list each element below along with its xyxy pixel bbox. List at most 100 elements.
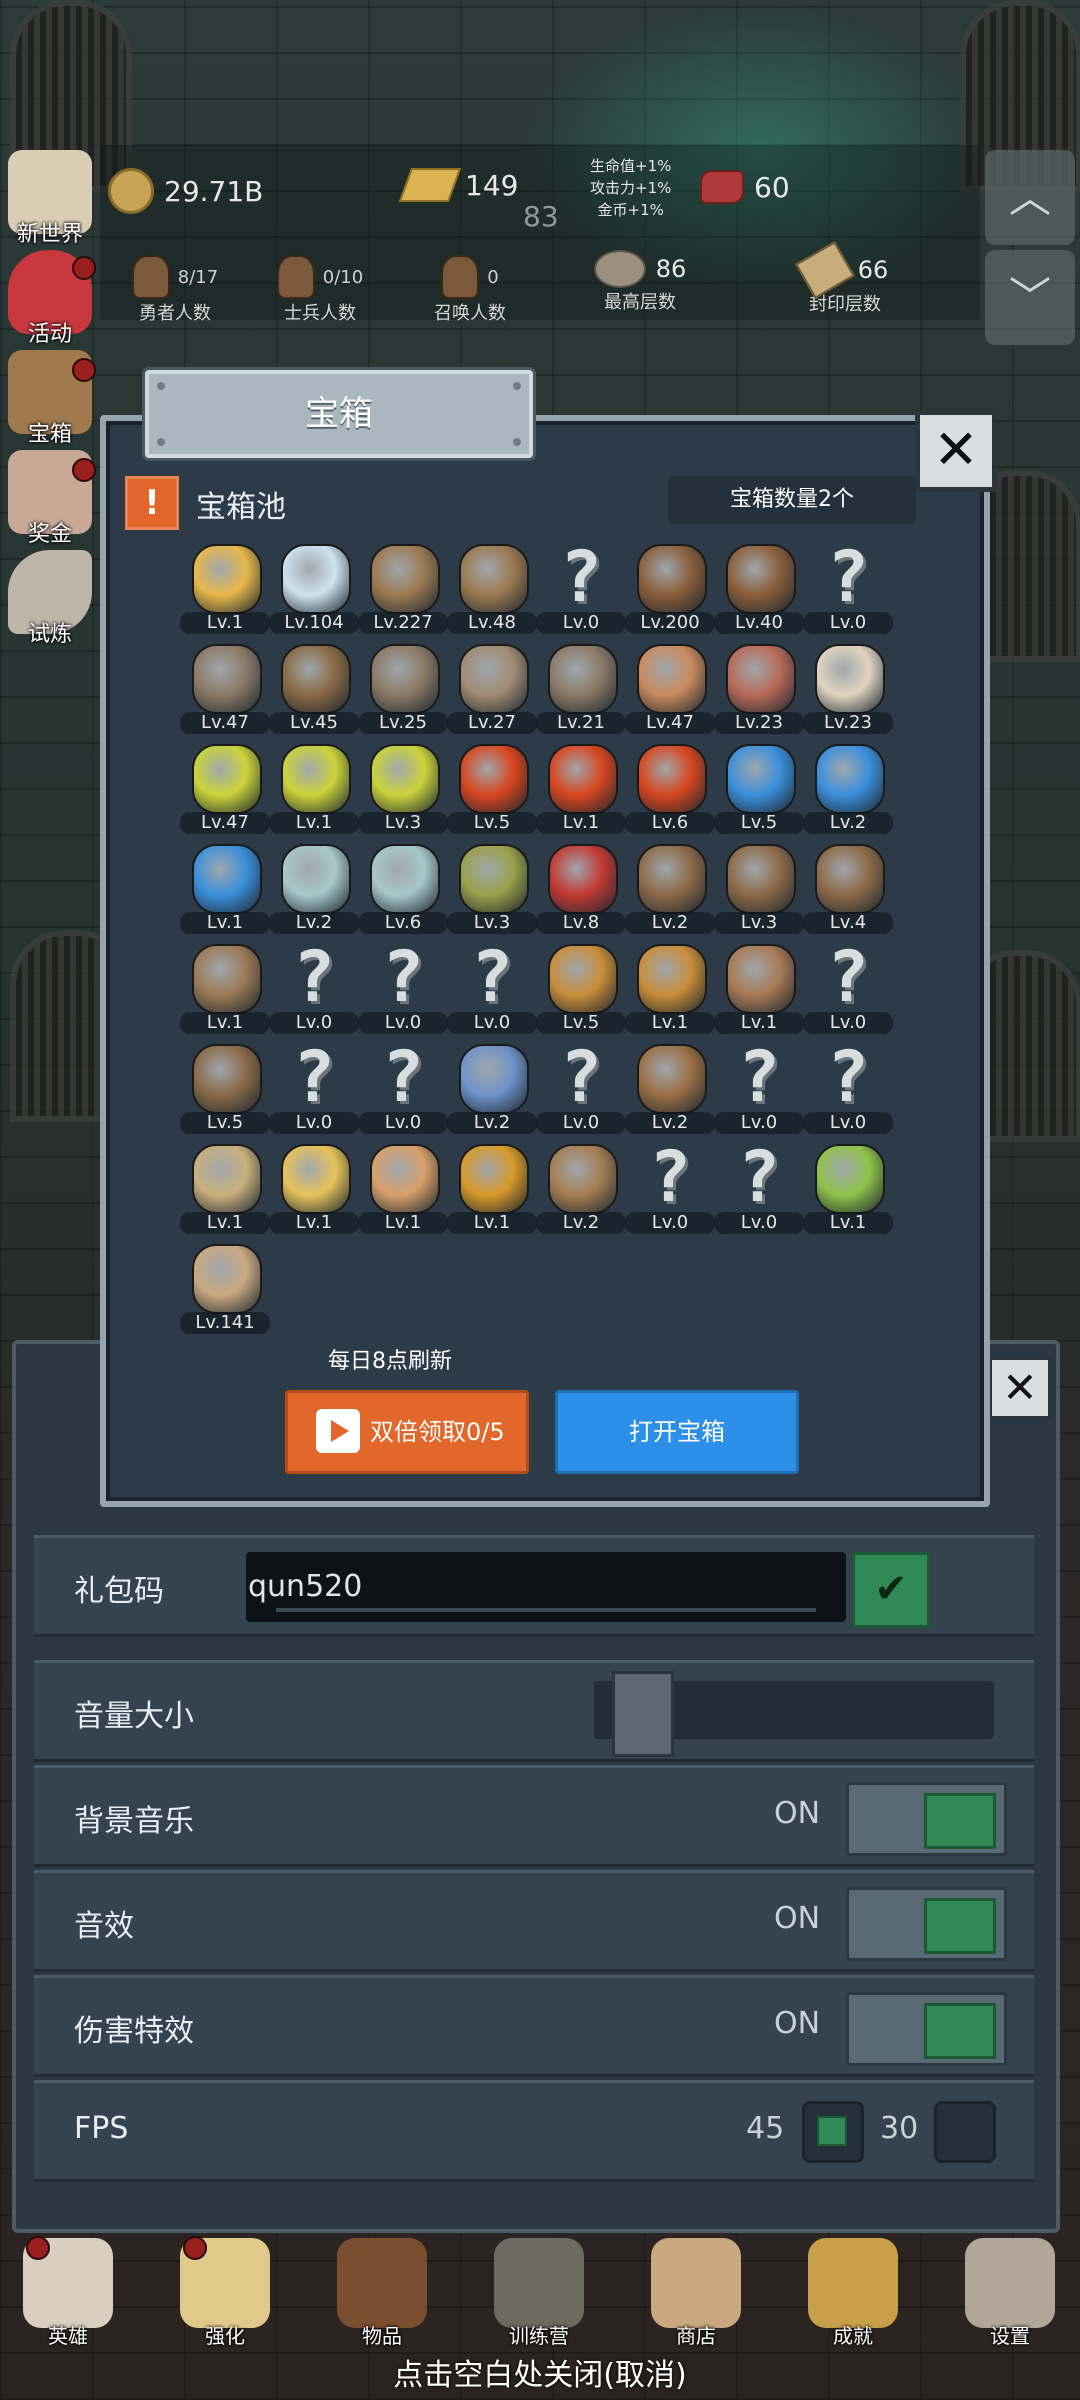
chest-item[interactable]: ? Lv.0: [536, 1040, 626, 1140]
side-item-bonus[interactable]: 奖金: [0, 450, 100, 550]
chest-item[interactable]: Lv.5: [447, 740, 537, 840]
chest-item[interactable]: Lv.1: [447, 1140, 537, 1240]
chest-item[interactable]: Lv.1: [269, 1140, 359, 1240]
chest-item[interactable]: Lv.3: [358, 740, 448, 840]
gift-code-input[interactable]: qun520: [246, 1552, 846, 1622]
chest-item[interactable]: Lv.23: [803, 640, 893, 740]
chest-item[interactable]: ? Lv.0: [803, 540, 893, 640]
side-item-activity[interactable]: 活动: [0, 250, 100, 350]
chest-item[interactable]: Lv.25: [358, 640, 448, 740]
sword-icon: [459, 544, 529, 614]
chest-item[interactable]: Lv.2: [269, 840, 359, 940]
chest-item[interactable]: Lv.23: [714, 640, 804, 740]
chest-item[interactable]: ? Lv.0: [536, 540, 626, 640]
chest-item[interactable]: Lv.47: [180, 740, 270, 840]
chest-item[interactable]: Lv.5: [536, 940, 626, 1040]
chest-item[interactable]: Lv.5: [180, 1040, 270, 1140]
chest-item[interactable]: Lv.40: [714, 540, 804, 640]
chest-item[interactable]: Lv.1: [269, 740, 359, 840]
chest-item[interactable]: Lv.1: [358, 1140, 448, 1240]
potion-red-icon: [459, 744, 529, 814]
item-level: Lv.48: [447, 612, 537, 634]
chest-item[interactable]: Lv.27: [447, 640, 537, 740]
nav-item[interactable]: 英雄: [8, 2230, 128, 2360]
volume-slider-thumb[interactable]: [612, 1671, 674, 1757]
item-level: Lv.3: [358, 812, 448, 834]
chest-item[interactable]: ? Lv.0: [358, 1040, 448, 1140]
item-level: Lv.200: [625, 612, 715, 634]
chest-item[interactable]: Lv.21: [536, 640, 626, 740]
chest-item[interactable]: Lv.1: [180, 840, 270, 940]
chest-item[interactable]: Lv.227: [358, 540, 448, 640]
chest-item[interactable]: ? Lv.0: [803, 940, 893, 1040]
potion-red-icon: [637, 744, 707, 814]
chest-item[interactable]: Lv.1: [803, 1140, 893, 1240]
bgm-toggle[interactable]: [846, 1782, 1007, 1856]
item-level: Lv.1: [714, 1012, 804, 1034]
chest-item[interactable]: Lv.4: [803, 840, 893, 940]
chest-item[interactable]: Lv.2: [536, 1140, 626, 1240]
fps-30-checkbox[interactable]: [934, 2101, 996, 2163]
chest-item[interactable]: ? Lv.0: [714, 1140, 804, 1240]
sword-icon: [370, 544, 440, 614]
chest-item[interactable]: Lv.47: [180, 640, 270, 740]
chest-item[interactable]: Lv.2: [625, 1040, 715, 1140]
chest-item[interactable]: Lv.200: [625, 540, 715, 640]
side-item-new-world[interactable]: 新世界: [0, 150, 100, 250]
settings-close-button[interactable]: ✕: [988, 1356, 1052, 1420]
chest-item[interactable]: Lv.104: [269, 540, 359, 640]
nav-item[interactable]: 商店: [636, 2230, 756, 2360]
potion-yellow-icon: [370, 744, 440, 814]
side-item-chest[interactable]: 宝箱: [0, 350, 100, 450]
close-hint[interactable]: 点击空白处关闭(取消): [0, 2350, 1080, 2394]
gift-code-row: 礼包码 qun520 ✔: [34, 1535, 1034, 1637]
chest-item[interactable]: Lv.1: [625, 940, 715, 1040]
chest-item[interactable]: Lv.5: [714, 740, 804, 840]
chest-item[interactable]: Lv.3: [447, 840, 537, 940]
potion-yellow-icon: [281, 744, 351, 814]
sfx-toggle[interactable]: [846, 1887, 1007, 1961]
chest-item[interactable]: Lv.1: [714, 940, 804, 1040]
chest-item[interactable]: ? Lv.0: [358, 940, 448, 1040]
chest-item[interactable]: Lv.1: [536, 740, 626, 840]
damage-effect-toggle[interactable]: [846, 1992, 1007, 2066]
chest-item[interactable]: Lv.2: [447, 1040, 537, 1140]
chest-item[interactable]: Lv.1: [180, 940, 270, 1040]
chest-item[interactable]: Lv.6: [358, 840, 448, 940]
chest-item[interactable]: ? Lv.0: [269, 1040, 359, 1140]
item-level: Lv.23: [803, 712, 893, 734]
nav-item[interactable]: 训练营: [479, 2230, 599, 2360]
chest-item[interactable]: Lv.48: [447, 540, 537, 640]
fps-45-label: 45: [746, 2111, 785, 2146]
chest-item[interactable]: Lv.141: [180, 1240, 270, 1340]
fps-45-checkbox[interactable]: [802, 2101, 864, 2163]
chest-item[interactable]: Lv.2: [803, 740, 893, 840]
nav-item[interactable]: 物品: [322, 2230, 442, 2360]
nav-item[interactable]: 成就: [793, 2230, 913, 2360]
chest-modal-close-button[interactable]: ✕: [915, 410, 997, 492]
chest-item[interactable]: ? Lv.0: [447, 940, 537, 1040]
chest-item[interactable]: Lv.8: [536, 840, 626, 940]
nav-item[interactable]: 设置: [950, 2230, 1070, 2360]
chest-item[interactable]: ? Lv.0: [803, 1040, 893, 1140]
chest-item[interactable]: Lv.1: [180, 1140, 270, 1240]
chest-item[interactable]: Lv.1: [180, 540, 270, 640]
side-item-trial[interactable]: 试炼: [0, 550, 100, 650]
chest-item[interactable]: ? Lv.0: [714, 1040, 804, 1140]
nav-item[interactable]: 强化: [165, 2230, 285, 2360]
chest-item[interactable]: Lv.2: [625, 840, 715, 940]
chest-item[interactable]: Lv.3: [714, 840, 804, 940]
dagger-icon: [281, 644, 351, 714]
chest-item[interactable]: Lv.47: [625, 640, 715, 740]
scroll-down-button[interactable]: ﹀: [985, 250, 1075, 345]
gift-code-submit-button[interactable]: ✔: [852, 1552, 930, 1628]
chest-item[interactable]: ? Lv.0: [625, 1140, 715, 1240]
scroll-up-button[interactable]: ︿: [985, 150, 1075, 245]
gold-display: 29.71B: [108, 168, 263, 214]
chest-item[interactable]: Lv.45: [269, 640, 359, 740]
double-claim-button[interactable]: 双倍领取0/5: [285, 1390, 529, 1474]
open-chest-button[interactable]: 打开宝箱: [555, 1390, 799, 1474]
chest-item[interactable]: ? Lv.0: [269, 940, 359, 1040]
chest-item[interactable]: Lv.6: [625, 740, 715, 840]
hero-count-value: 8/17: [177, 266, 219, 288]
